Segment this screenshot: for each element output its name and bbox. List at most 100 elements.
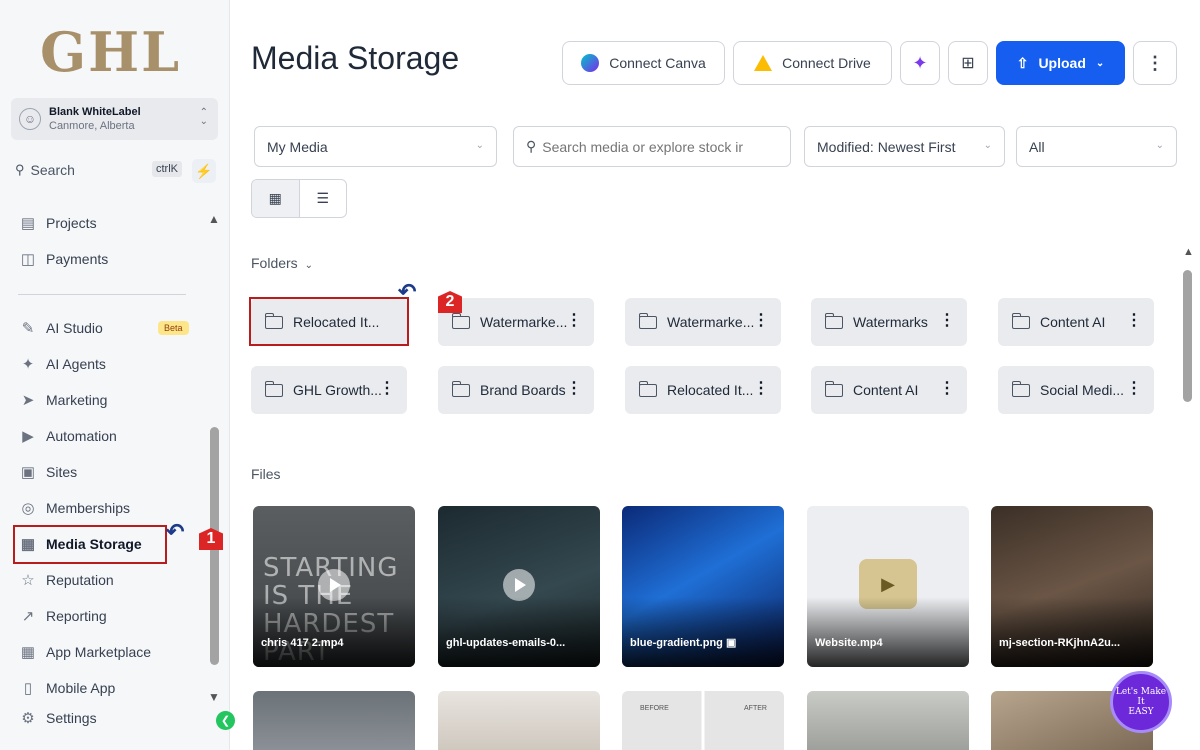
connect-drive-button[interactable]: Connect Drive bbox=[733, 41, 892, 85]
folder-name: GHL Growth... bbox=[293, 382, 382, 398]
file-card[interactable] bbox=[807, 691, 969, 750]
sidebar-item-reputation[interactable]: ☆ Reputation bbox=[18, 568, 198, 592]
folder-menu-icon[interactable]: ⋮ bbox=[939, 311, 955, 331]
sidebar-item-app-marketplace[interactable]: ▦ App Marketplace bbox=[18, 640, 198, 664]
file-card[interactable] bbox=[253, 691, 415, 750]
sidebar-item-automation[interactable]: ▶ Automation bbox=[18, 424, 198, 448]
phone-icon: ▯ bbox=[23, 680, 33, 697]
folders-toggle[interactable]: Folders ⌄ bbox=[251, 255, 313, 271]
file-shade bbox=[991, 597, 1153, 667]
folder-name: Content AI bbox=[853, 382, 919, 398]
sidebar-item-memberships[interactable]: ◎ Memberships bbox=[18, 496, 198, 520]
sidebar-search[interactable]: ⚲ Search ctrlK bbox=[11, 157, 184, 183]
view-toggle: ▦ ☰ bbox=[251, 179, 347, 218]
sidebar-item-marketing[interactable]: ➤ Marketing bbox=[18, 388, 198, 412]
folder-menu-icon[interactable]: ⋮ bbox=[753, 379, 769, 399]
sort-value: Modified: Newest First bbox=[817, 138, 956, 155]
search-icon: ⚲ bbox=[15, 162, 25, 177]
before-label: BEFORE bbox=[640, 705, 669, 712]
folder-icon bbox=[639, 312, 657, 329]
sidebar-item-settings[interactable]: ⚙ Settings bbox=[18, 706, 198, 730]
sparkle-icon: ✦ bbox=[912, 52, 928, 73]
badge-line-2: It bbox=[1137, 697, 1145, 707]
receipt-icon: ◫ bbox=[20, 251, 36, 268]
scroll-up-icon[interactable]: ▲ bbox=[208, 212, 220, 226]
folder-name: Content AI bbox=[1040, 314, 1106, 330]
folder-card[interactable]: Watermarke... ⋮ bbox=[625, 298, 781, 346]
folder-menu-icon[interactable]: ⋮ bbox=[753, 311, 769, 331]
sidebar-item-label: App Marketplace bbox=[46, 644, 152, 660]
new-folder-button[interactable]: ⊞ bbox=[948, 41, 988, 85]
scroll-down-icon[interactable]: ▼ bbox=[208, 690, 220, 704]
badge-line-3: EASY bbox=[1128, 707, 1154, 717]
folder-card[interactable]: Relocated It... ⋮ bbox=[625, 366, 781, 414]
type-filter-select[interactable]: All ⌄ bbox=[1016, 126, 1177, 167]
folder-card[interactable]: Watermarks ⋮ bbox=[811, 298, 967, 346]
sidebar-item-mobile-app[interactable]: ▯ Mobile App bbox=[18, 676, 198, 700]
beta-badge: Beta bbox=[158, 321, 189, 335]
file-name: blue-gradient.png ▣ bbox=[630, 637, 737, 649]
connect-drive-label: Connect Drive bbox=[782, 55, 871, 71]
file-card[interactable]: BEFORE AFTER bbox=[622, 691, 784, 750]
folder-menu-icon[interactable]: ⋮ bbox=[566, 311, 582, 331]
sidebar-item-payments[interactable]: ◫ Payments bbox=[18, 247, 198, 271]
search-label: Search bbox=[30, 162, 75, 178]
more-options-button[interactable]: ⋮ bbox=[1133, 41, 1177, 85]
folder-menu-icon[interactable]: ⋮ bbox=[566, 379, 582, 399]
folder-icon bbox=[1012, 312, 1030, 329]
sidebar-item-ai-studio[interactable]: ✎ AI Studio Beta bbox=[18, 316, 198, 340]
file-card[interactable]: ghl-updates-emails-0... bbox=[438, 506, 600, 667]
connect-canva-button[interactable]: Connect Canva bbox=[562, 41, 725, 85]
folder-menu-icon[interactable]: ⋮ bbox=[379, 379, 395, 399]
collapse-sidebar-icon[interactable]: ❮ bbox=[216, 711, 235, 730]
search-icon: ⚲ bbox=[526, 138, 537, 154]
sidebar-item-label: Marketing bbox=[46, 392, 108, 408]
folders-label: Folders bbox=[251, 255, 298, 271]
folder-card[interactable]: Social Medi... ⋮ bbox=[998, 366, 1154, 414]
folder-menu-icon[interactable]: ⋮ bbox=[1126, 311, 1142, 331]
file-name: mj-section-RKjhnA2u... bbox=[999, 637, 1121, 649]
account-switcher[interactable]: ☺ Blank WhiteLabel Canmore, Alberta ⌃ ⌄ bbox=[11, 98, 218, 140]
sidebar-item-sites[interactable]: ▣ Sites bbox=[18, 460, 198, 484]
shortcut-hint: ctrlK bbox=[152, 161, 182, 177]
media-search-input[interactable] bbox=[542, 138, 753, 155]
ai-sparkle-button[interactable]: ✦ bbox=[900, 41, 940, 85]
sort-select[interactable]: Modified: Newest First ⌄ bbox=[804, 126, 1005, 167]
scroll-up-icon[interactable]: ▲ bbox=[1183, 246, 1194, 258]
folder-card[interactable]: Content AI ⋮ bbox=[998, 298, 1154, 346]
upload-icon: ⇧ bbox=[1016, 54, 1029, 71]
chevron-down-icon: ⌄ bbox=[983, 140, 992, 151]
sidebar-item-label: Reputation bbox=[46, 572, 114, 588]
page-scrollbar[interactable]: ▲ bbox=[1183, 246, 1195, 750]
gear-icon: ⚙ bbox=[21, 710, 35, 727]
file-card[interactable]: blue-gradient.png ▣ bbox=[622, 506, 784, 667]
folder-card[interactable]: GHL Growth... ⋮ bbox=[251, 366, 407, 414]
media-source-select[interactable]: My Media ⌄ bbox=[254, 126, 497, 167]
grid-view-button[interactable]: ▦ bbox=[252, 180, 300, 217]
folder-menu-icon[interactable]: ⋮ bbox=[939, 379, 955, 399]
sidebar-item-reporting[interactable]: ↗ Reporting bbox=[18, 604, 198, 628]
highlight-folder bbox=[249, 297, 409, 346]
file-card[interactable]: mj-section-RKjhnA2u... bbox=[991, 506, 1153, 667]
sidebar-item-label: Payments bbox=[46, 251, 109, 267]
folder-name: Relocated It... bbox=[667, 382, 754, 398]
file-card[interactable]: ▶ Website.mp4 bbox=[807, 506, 969, 667]
folder-card[interactable]: Content AI ⋮ bbox=[811, 366, 967, 414]
file-card[interactable] bbox=[438, 691, 600, 750]
upload-button[interactable]: ⇧ Upload ⌄ bbox=[996, 41, 1125, 85]
lightning-icon[interactable]: ⚡ bbox=[192, 159, 216, 183]
annotation-arrow-icon: ↶ bbox=[166, 519, 185, 544]
file-card[interactable]: STARTING IS THE HARDEST PART chris 417 2… bbox=[253, 506, 415, 667]
file-name: Website.mp4 bbox=[815, 637, 883, 649]
folder-name: Social Medi... bbox=[1040, 382, 1125, 398]
page-scroll-thumb[interactable] bbox=[1183, 270, 1192, 402]
sidebar-item-projects[interactable]: ▤ Projects bbox=[18, 211, 198, 235]
folder-card[interactable]: Brand Boards ⋮ bbox=[438, 366, 594, 414]
sidebar: GHL ☺ Blank WhiteLabel Canmore, Alberta … bbox=[0, 0, 235, 750]
folder-menu-icon[interactable]: ⋮ bbox=[1126, 379, 1142, 399]
list-view-button[interactable]: ☰ bbox=[300, 180, 347, 217]
folder-icon bbox=[265, 380, 283, 397]
award-icon: ◎ bbox=[21, 500, 35, 517]
sidebar-item-ai-agents[interactable]: ✦ AI Agents bbox=[18, 352, 198, 376]
media-search-box[interactable]: ⚲ bbox=[513, 126, 791, 167]
